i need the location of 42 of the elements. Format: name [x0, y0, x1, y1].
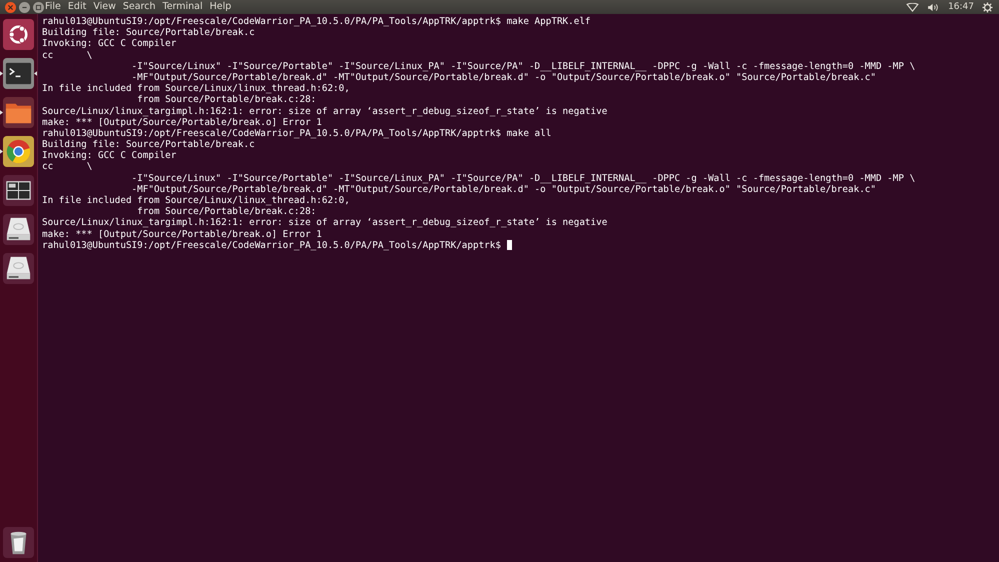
terminal-line: In file included from Source/Linux/linux_thread.h:62:0,	[42, 83, 350, 94]
settings-icon[interactable]	[982, 2, 993, 12]
folder-icon[interactable]	[3, 97, 34, 128]
terminal-line: Building file: Source/Portable/break.c	[42, 139, 255, 150]
terminal-line: make: *** [Output/Source/Portable/break.o] Error 1	[42, 116, 322, 128]
minimize-icon[interactable]	[19, 2, 30, 12]
clock[interactable]: 16:47	[948, 1, 974, 13]
terminal-icon[interactable]	[3, 58, 34, 89]
terminal-line: -I"Source/Linux" -I"Source/Portable" -I"Source/Linux_PA" -I"Source/PA" -D__LIBELF_INTERNAL__ -DPPC -g -Wall -c -fmessage-length=0 -MMD -MP \	[130, 172, 916, 184]
terminal-line: rahul013@UbuntuSI9:/opt/Freescale/CodeWarrior_PA_10.5.0/PA/PA_Tools/AppTRK/apptrk$ make AppTRK.elf	[42, 16, 591, 28]
menu-item[interactable]: Terminal	[162, 1, 203, 13]
menu-item[interactable]: View	[93, 1, 116, 13]
menu-item[interactable]: Help	[210, 1, 232, 13]
workspace-switcher-icon[interactable]	[3, 175, 34, 206]
terminal-line: -MF"Output/Source/Portable/break.d" -MT"Output/Source/Portable/break.d" -o "Output/Source/Portable/break.o" "Source/Portable/break.c"	[130, 72, 876, 84]
speaker-icon[interactable]	[927, 2, 940, 12]
terminal-line: Invoking: GCC C Compiler	[42, 38, 176, 50]
maximize-icon[interactable]	[33, 2, 44, 12]
terminal-line: -MF"Output/Source/Portable/break.d" -MT"Output/Source/Portable/break.d" -o "Output/Source/Portable/break.o" "Source/Portable/break.c"	[130, 184, 876, 196]
terminal-line: Source/Linux/linux_targimpl.h:162:1: error: size of array ‘assert_r_debug_sizeof_r_state’ is negative	[42, 217, 608, 229]
trash-icon[interactable]	[3, 527, 34, 558]
terminal-line: make: *** [Output/Source/Portable/break.o] Error 1	[42, 228, 322, 240]
terminal-line: Invoking: GCC C Compiler	[42, 150, 176, 162]
terminal-line: from Source/Portable/break.c:28:	[136, 206, 316, 218]
browser-icon[interactable]	[3, 136, 34, 167]
drive-icon[interactable]	[3, 214, 34, 245]
terminal-line: Building file: Source/Portable/break.c	[42, 27, 255, 38]
drive-icon[interactable]	[3, 253, 34, 284]
close-icon[interactable]	[5, 2, 16, 12]
menu-item[interactable]: Edit	[68, 1, 86, 13]
menu-item[interactable]: File	[45, 1, 61, 13]
terminal-line: from Source/Portable/break.c:28:	[136, 94, 316, 106]
terminal-line: In file included from Source/Linux/linux_thread.h:62:0,	[42, 195, 350, 206]
terminal-line: Source/Linux/linux_targimpl.h:162:1: error: size of array ‘assert_r_debug_sizeof_r_state’ is negative	[42, 106, 608, 117]
menu-item[interactable]: Search	[122, 1, 156, 13]
terminal-line: rahul013@UbuntuSI9:/opt/Freescale/CodeWarrior_PA_10.5.0/PA/PA_Tools/AppTRK/apptrk$ make all	[42, 128, 552, 140]
ubuntu-logo-icon[interactable]	[3, 19, 34, 50]
terminal-line: cc \	[42, 50, 92, 61]
terminal-line: cc \	[42, 161, 92, 173]
wifi-icon[interactable]	[906, 2, 920, 12]
terminal-line: -I"Source/Linux" -I"Source/Portable" -I"Source/Linux_PA" -I"Source/PA" -D__LIBELF_INTERNAL__ -DPPC -g -Wall -c -fmessage-length=0 -MMD -MP \	[130, 60, 916, 72]
terminal-line: rahul013@UbuntuSI9:/opt/Freescale/CodeWarrior_PA_10.5.0/PA/PA_Tools/AppTRK/apptrk$	[42, 240, 502, 251]
